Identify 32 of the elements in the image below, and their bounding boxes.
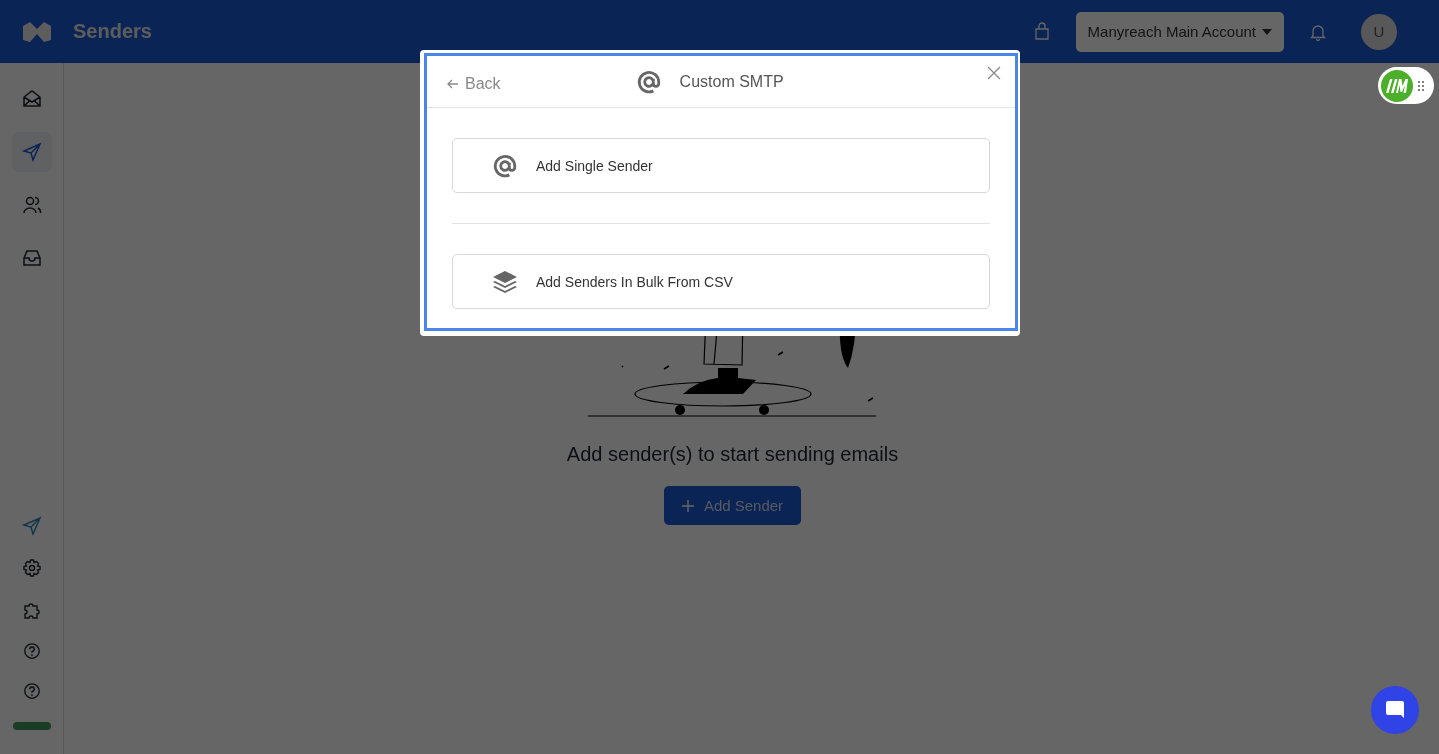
plus-icon (681, 499, 694, 512)
paper-plane-icon[interactable] (21, 516, 42, 536)
modal-title: Custom SMTP (679, 72, 784, 91)
account-dropdown[interactable]: Manyreach Main Account (1075, 11, 1284, 52)
floating-widget[interactable] (1378, 67, 1434, 104)
drag-handle-icon[interactable] (1418, 80, 1424, 91)
help-icon[interactable] (22, 682, 41, 700)
arrow-left-icon (447, 77, 459, 90)
status-pill (12, 722, 51, 730)
sidebar-item[interactable] (11, 132, 52, 172)
empty-state-message: Add sender(s) to start sending emails (566, 443, 899, 466)
logo-icon (1381, 69, 1413, 102)
caret-icon (1262, 28, 1272, 35)
puzzle-icon[interactable] (21, 600, 42, 620)
option-button[interactable]: Add Single Sender (452, 138, 990, 193)
back-button[interactable]: Back (447, 74, 501, 93)
at-sign-icon (635, 68, 662, 95)
settings-icon[interactable] (21, 558, 42, 578)
page-title: Senders (73, 20, 152, 43)
layers-icon (492, 268, 518, 295)
close-icon[interactable] (987, 66, 1001, 80)
paper-plane-icon (21, 142, 42, 162)
add-sender-button[interactable]: Add Sender (663, 486, 802, 525)
chat-bubble-icon (1385, 700, 1405, 720)
chat-button[interactable] (1371, 686, 1419, 734)
inbox-icon (21, 248, 42, 268)
help-icon[interactable] (22, 642, 41, 660)
option-button[interactable]: Add Senders In Bulk From CSV (452, 254, 990, 309)
users-icon (21, 195, 42, 215)
at-sign-icon (492, 152, 518, 179)
envelope-icon (21, 89, 42, 109)
logo-icon[interactable] (22, 21, 52, 42)
